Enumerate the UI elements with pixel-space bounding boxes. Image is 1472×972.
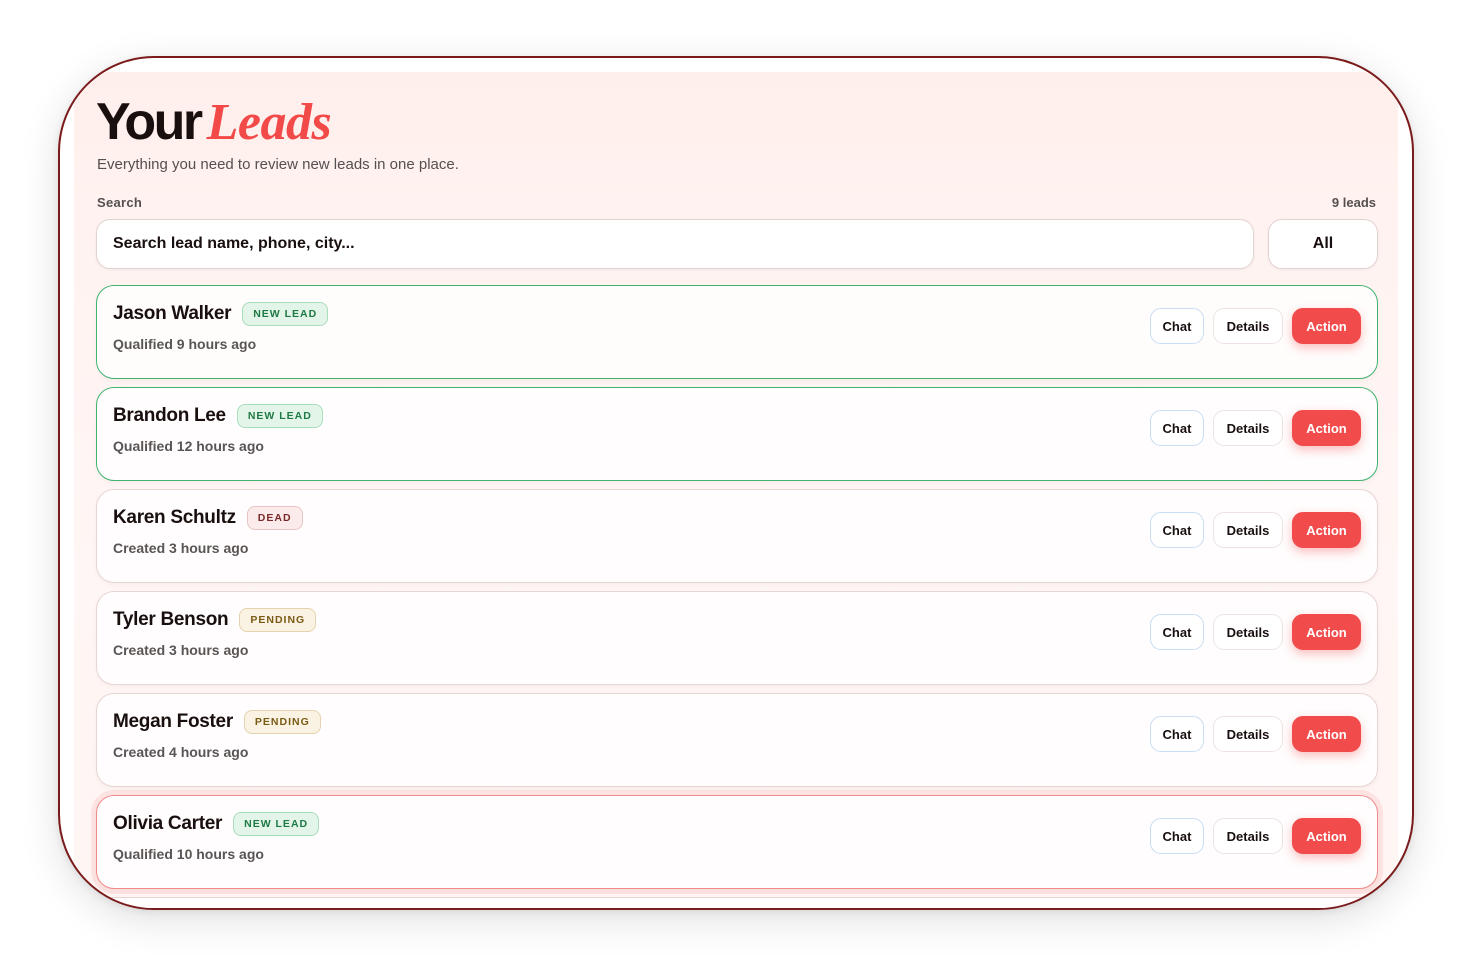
details-button[interactable]: Details	[1213, 308, 1283, 344]
lead-name-row: Megan Foster PENDING	[113, 710, 321, 734]
details-button[interactable]: Details	[1213, 512, 1283, 548]
lead-name: Brandon Lee	[113, 405, 226, 426]
lead-count: 9 leads	[1331, 195, 1376, 210]
lead-name: Tyler Benson	[113, 609, 229, 630]
lead-actions: Chat Details Action	[1150, 818, 1361, 854]
details-button[interactable]: Details	[1213, 716, 1283, 752]
status-badge: PENDING	[243, 710, 321, 734]
details-button[interactable]: Details	[1213, 614, 1283, 650]
lead-card[interactable]: Karen Schultz DEAD Created 3 hours ago C…	[96, 489, 1378, 583]
app-screen: Your Leads Everything you need to review …	[74, 72, 1398, 908]
lead-card[interactable]: Megan Foster PENDING Created 4 hours ago…	[96, 693, 1378, 787]
lead-name-row: Olivia Carter NEW LEAD	[113, 812, 320, 836]
search-input[interactable]	[96, 219, 1254, 269]
action-button[interactable]: Action	[1292, 308, 1361, 344]
chat-button[interactable]: Chat	[1150, 614, 1204, 650]
lead-actions: Chat Details Action	[1150, 614, 1361, 650]
lead-name: Jason Walker	[113, 303, 232, 324]
lead-meta: Created 3 hours ago	[113, 540, 249, 556]
search-label: Search	[97, 195, 143, 210]
status-badge: NEW LEAD	[236, 404, 323, 428]
lead-name-row: Karen Schultz DEAD	[113, 506, 303, 530]
details-button[interactable]: Details	[1213, 410, 1283, 446]
device-frame: Your Leads Everything you need to review …	[58, 56, 1414, 910]
lead-name: Olivia Carter	[113, 813, 223, 834]
action-button[interactable]: Action	[1292, 512, 1361, 548]
lead-name-row: Tyler Benson PENDING	[113, 608, 317, 632]
status-badge: PENDING	[239, 608, 317, 632]
filter-dropdown[interactable]: All	[1268, 219, 1378, 269]
lead-card[interactable]: Olivia Carter NEW LEAD Qualified 10 hour…	[96, 795, 1378, 889]
lead-actions: Chat Details Action	[1150, 410, 1361, 446]
lead-name-row: Brandon Lee NEW LEAD	[113, 404, 323, 428]
chat-button[interactable]: Chat	[1150, 716, 1204, 752]
lead-list: Jason Walker NEW LEAD Qualified 9 hours …	[96, 285, 1378, 908]
details-button[interactable]: Details	[1213, 818, 1283, 854]
lead-actions: Chat Details Action	[1150, 308, 1361, 344]
status-badge: NEW LEAD	[242, 302, 329, 326]
action-button[interactable]: Action	[1292, 614, 1361, 650]
lead-meta: Created 3 hours ago	[113, 642, 249, 658]
lead-meta: Created 4 hours ago	[113, 744, 249, 760]
lead-name: Megan Foster	[113, 711, 233, 732]
page-title: Your Leads	[96, 92, 332, 153]
status-badge: DEAD	[246, 506, 303, 530]
action-button[interactable]: Action	[1292, 410, 1361, 446]
lead-name-row: Jason Walker NEW LEAD	[113, 302, 329, 326]
chat-button[interactable]: Chat	[1150, 818, 1204, 854]
page-title-plain: Your	[96, 93, 203, 151]
lead-meta: Qualified 10 hours ago	[113, 846, 264, 862]
lead-card[interactable]: Jason Walker NEW LEAD Qualified 9 hours …	[96, 285, 1378, 379]
lead-actions: Chat Details Action	[1150, 512, 1361, 548]
chat-button[interactable]: Chat	[1150, 512, 1204, 548]
lead-meta: Qualified 9 hours ago	[113, 336, 257, 352]
lead-card[interactable]: Brandon Lee NEW LEAD Qualified 12 hours …	[96, 387, 1378, 481]
action-button[interactable]: Action	[1292, 818, 1361, 854]
action-button[interactable]: Action	[1292, 716, 1361, 752]
chat-button[interactable]: Chat	[1150, 410, 1204, 446]
page-subtitle: Everything you need to review new leads …	[97, 156, 459, 173]
page-title-accent: Leads	[206, 94, 332, 151]
chat-button[interactable]: Chat	[1150, 308, 1204, 344]
lead-actions: Chat Details Action	[1150, 716, 1361, 752]
lead-meta: Qualified 12 hours ago	[113, 438, 264, 454]
lead-card-partial[interactable]	[96, 897, 1378, 908]
status-badge: NEW LEAD	[233, 812, 320, 836]
lead-name: Karen Schultz	[113, 507, 236, 528]
lead-card[interactable]: Tyler Benson PENDING Created 3 hours ago…	[96, 591, 1378, 685]
